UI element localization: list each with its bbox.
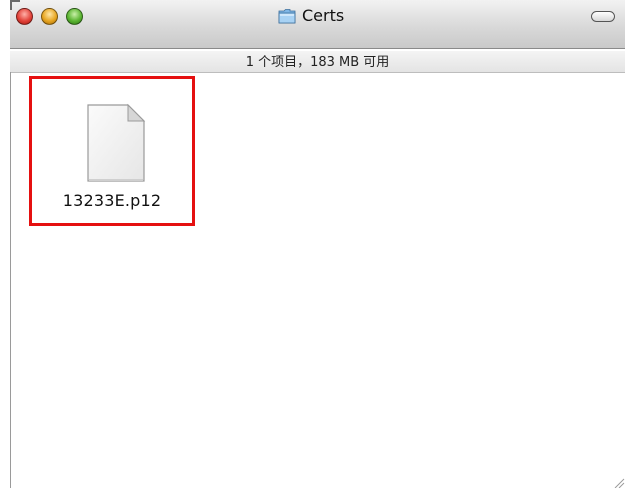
status-text: 1 个项目，183 MB 可用 bbox=[245, 55, 390, 70]
title-bar[interactable]: Certs bbox=[10, 0, 625, 49]
zoom-button[interactable] bbox=[66, 8, 83, 25]
file-item[interactable]: 13233E.p12 bbox=[29, 76, 195, 226]
status-bar: 1 个项目，183 MB 可用 bbox=[10, 51, 625, 73]
document-icon bbox=[86, 103, 146, 183]
close-icon bbox=[17, 9, 32, 24]
close-button[interactable] bbox=[16, 8, 33, 25]
file-name: 13233E.p12 bbox=[62, 191, 162, 210]
minimize-button[interactable] bbox=[41, 8, 58, 25]
finder-window: Certs 1 个项目，183 MB 可用 13233E.p12 bbox=[10, 0, 625, 488]
window-left-border bbox=[10, 72, 11, 488]
minimize-icon bbox=[42, 9, 57, 24]
window-title-group: Certs bbox=[278, 6, 344, 26]
resize-grip-icon[interactable] bbox=[611, 474, 625, 488]
zoom-icon bbox=[67, 9, 82, 24]
window-title: Certs bbox=[302, 6, 345, 25]
folder-icon bbox=[278, 8, 296, 24]
toolbar-toggle-button[interactable] bbox=[591, 11, 615, 22]
